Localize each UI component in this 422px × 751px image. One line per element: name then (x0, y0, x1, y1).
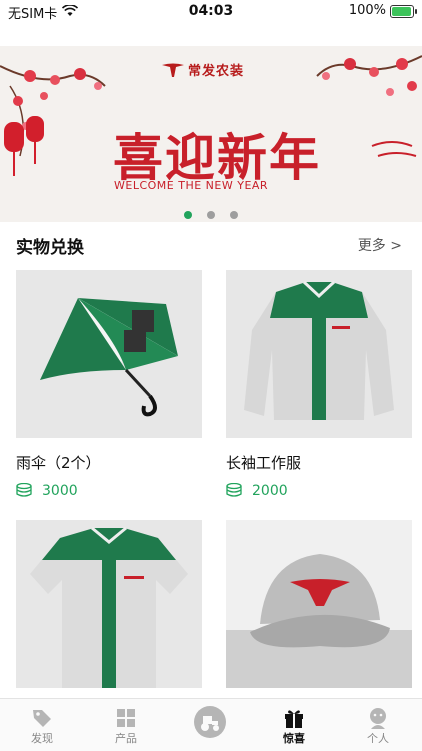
tab-products[interactable]: 产品 (84, 699, 168, 751)
product-card-shirt[interactable] (16, 520, 202, 688)
person-icon (370, 708, 386, 729)
jacket-image (244, 280, 394, 420)
product-points-value: 3000 (42, 483, 78, 499)
tab-label: 产品 (115, 732, 137, 745)
grid-icon (117, 709, 135, 727)
tab-home[interactable] (168, 699, 252, 751)
product-image[interactable] (226, 520, 412, 688)
tab-label: 惊喜 (283, 732, 305, 745)
product-card-umbrella[interactable]: 雨伞（2个） 3000 (16, 270, 202, 499)
shirt-image (30, 526, 188, 688)
promo-banner[interactable]: 常发农装 喜迎新年 WELCOME THE NEW YEAR (0, 46, 422, 222)
carousel-dot-2[interactable] (207, 211, 215, 219)
battery-icon (390, 5, 417, 18)
brand-logo-icon (162, 63, 184, 77)
carousel-indicator[interactable] (0, 204, 422, 223)
product-image[interactable] (16, 270, 202, 438)
tab-profile[interactable]: 个人 (336, 699, 420, 751)
tab-discover[interactable]: 发现 (0, 699, 84, 751)
product-name: 长袖工作服 (226, 454, 302, 472)
product-image[interactable] (226, 270, 412, 438)
more-link[interactable]: 更多 > (358, 235, 402, 255)
umbrella-image (40, 298, 178, 417)
bottom-tab-bar: 发现 产品 惊喜 个人 (0, 698, 422, 751)
brand-logo: 常发农装 (162, 60, 244, 79)
tractor-icon (194, 706, 226, 738)
status-bar: 无SIM卡 04:03 100% (0, 0, 422, 24)
product-points: 2000 (226, 483, 412, 499)
carousel-dot-3[interactable] (230, 211, 239, 219)
coins-icon (16, 483, 32, 497)
product-points: 3000 (16, 483, 202, 499)
product-image[interactable] (16, 520, 202, 688)
tab-label: 发现 (31, 732, 53, 745)
carousel-dot-1[interactable] (183, 211, 192, 219)
brand-name: 常发农装 (188, 64, 245, 79)
tag-icon (33, 710, 51, 727)
banner-subtitle: WELCOME THE NEW YEAR (114, 179, 269, 192)
product-points-value: 2000 (252, 483, 288, 499)
gift-icon (285, 710, 303, 728)
coins-icon (226, 483, 242, 497)
tab-label: 个人 (367, 732, 389, 745)
product-card-jacket[interactable]: 长袖工作服 2000 (226, 270, 412, 499)
product-name: 雨伞（2个） (16, 454, 101, 472)
section-title: 实物兑换 (16, 238, 84, 258)
battery-percent: 100% (348, 3, 386, 18)
tab-surprise[interactable]: 惊喜 (252, 699, 336, 751)
product-card-cap[interactable] (226, 520, 412, 688)
cap-image (226, 554, 412, 688)
